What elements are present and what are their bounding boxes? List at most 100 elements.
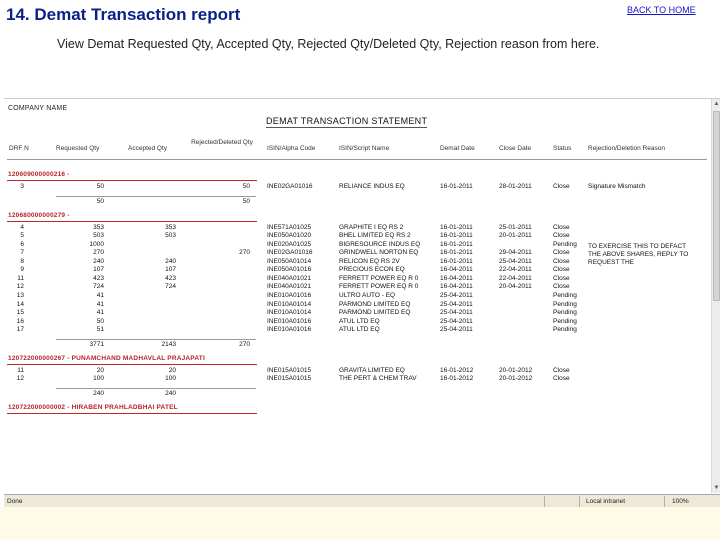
column-header: Close Date [499, 145, 532, 152]
row-cell: 50 [242, 183, 250, 190]
group-total: 240 [93, 389, 104, 397]
scroll-down-icon[interactable]: ▼ [712, 483, 720, 493]
row-cell: INE050A01020 [267, 232, 312, 240]
row-cell: INE015A01015 [267, 375, 312, 383]
column-header: Requested Qty [56, 145, 100, 152]
statement-title: DEMAT TRANSACTION STATEMENT [266, 116, 428, 128]
row-cell: Close [553, 266, 570, 274]
row-cell: 724 [93, 283, 104, 291]
column-header: Rejected/Deleted Qty [191, 139, 253, 146]
row-cell: 11 [17, 366, 24, 374]
row-cell: Pending [553, 326, 577, 334]
row-cell: 25-04-2011 [440, 326, 473, 334]
vertical-scrollbar[interactable]: ▲ ▼ [711, 99, 720, 493]
browser-status-bar: Done Local intranet 100% [4, 494, 720, 507]
row-cell: 6 [20, 240, 24, 248]
row-cell: BHEL LIMITED EQ RS 2 [339, 232, 411, 240]
rejection-reason: TO EXERCISE THIS TO DEFACT THE ABOVE SHA… [588, 243, 689, 267]
row-cell: 3 [20, 183, 24, 190]
row-cell: 270 [239, 249, 250, 257]
row-cell: 41 [96, 291, 104, 299]
row-cell: PRECIOUS ECON EQ [339, 266, 405, 274]
back-to-home-link[interactable]: BACK TO HOME [627, 5, 696, 15]
row-divider [7, 180, 257, 181]
row-cell: 12 [16, 375, 24, 383]
row-cell: INE040A01021 [267, 274, 312, 282]
row-divider [7, 363, 257, 365]
row-cell: 8 [20, 257, 24, 265]
slide-title: 14. Demat Transaction report [6, 5, 241, 24]
row-cell: 20-01-2012 [499, 375, 533, 383]
row-cell: ATUL LTD EQ [339, 317, 380, 325]
row-cell: 16-04-2011 [440, 283, 473, 291]
row-cell: 17 [16, 326, 24, 334]
row-cell: INE010A01016 [267, 317, 312, 325]
row-cell: 1000 [89, 240, 104, 248]
row-cell: 20-01-2012 [499, 366, 533, 374]
row-cell: 16-01-2011 [440, 232, 473, 240]
row-cell: 107 [165, 266, 176, 274]
column-header: ISIN/Alpha Code [267, 145, 316, 152]
row-cell: 20 [168, 366, 176, 374]
row-cell: 9 [20, 266, 24, 274]
group-label: 120722000000267 - PUNAMCHAND MADHAVLAL P… [8, 354, 205, 362]
row-divider [7, 159, 707, 160]
row-cell: 25-01-2011 [499, 223, 532, 231]
row-cell: 41 [96, 309, 104, 317]
group-total: 270 [239, 340, 250, 348]
row-cell: RELIANCE INDUS EQ [339, 183, 405, 190]
row-cell: 22-04-2011 [499, 266, 532, 274]
row-cell: Pending [553, 300, 577, 308]
row-cell: INE02GA01016 [267, 249, 313, 257]
row-cell: INE010A01014 [267, 300, 312, 308]
row-divider [56, 387, 256, 389]
row-cell: INE010A01014 [267, 309, 312, 317]
row-cell: 25-04-2011 [440, 317, 473, 325]
slide-description: View Demat Requested Qty, Accepted Qty, … [57, 37, 600, 51]
scroll-up-icon[interactable]: ▲ [712, 99, 720, 109]
row-cell: 7 [20, 249, 24, 257]
row-divider [56, 338, 256, 340]
row-cell: 353 [93, 223, 104, 231]
status-text: Done [7, 498, 23, 505]
row-cell: THE PERT & CHEM TRAV [339, 375, 417, 383]
row-cell: Close [553, 249, 570, 257]
row-cell: 503 [93, 232, 104, 240]
row-cell: 240 [165, 257, 176, 265]
row-cell: FERRETT POWER EQ R 0 [339, 274, 419, 282]
zoom-level[interactable]: 100% [672, 498, 689, 505]
row-cell: Close [553, 375, 570, 383]
row-cell: 12 [16, 283, 24, 291]
group-label: 120680000000279 - [8, 211, 70, 219]
row-cell: Pending [553, 309, 577, 317]
row-cell: INE050A01016 [267, 266, 312, 274]
row-cell: INE02GA01016 [267, 183, 313, 190]
column-header: DRF N [9, 145, 29, 152]
row-divider [56, 195, 256, 197]
company-label: COMPANY NAME [8, 105, 68, 112]
row-cell: 16 [16, 317, 24, 325]
row-cell: Pending [553, 317, 577, 325]
row-cell: 240 [93, 257, 104, 265]
row-cell: Close [553, 257, 570, 265]
row-cell: 16-01-2012 [440, 375, 474, 383]
column-header: Status [553, 145, 572, 152]
row-cell: BIGRESOURCE INDUS EQ [339, 240, 421, 248]
row-cell: GRINDWELL NORTON EQ [339, 249, 419, 257]
scroll-thumb[interactable] [713, 111, 720, 301]
row-cell: 22-04-2011 [499, 274, 532, 282]
row-cell: 724 [165, 283, 176, 291]
row-cell: 25-04-2011 [499, 257, 532, 265]
row-cell: Signature Mismatch [588, 183, 646, 190]
group-label: 120609000000216 - [8, 171, 70, 178]
row-cell: Close [553, 232, 570, 240]
row-cell: 20-04-2011 [499, 283, 532, 291]
row-cell: 28-01-2011 [499, 183, 532, 190]
group-total: 240 [165, 389, 176, 397]
row-cell: 20-01-2011 [499, 232, 532, 240]
row-cell: 5 [20, 232, 24, 240]
row-cell: 423 [93, 274, 104, 282]
row-cell: INE040A01021 [267, 283, 312, 291]
row-cell: 16-01-2011 [440, 223, 473, 231]
row-cell: 16-01-2012 [440, 366, 474, 374]
